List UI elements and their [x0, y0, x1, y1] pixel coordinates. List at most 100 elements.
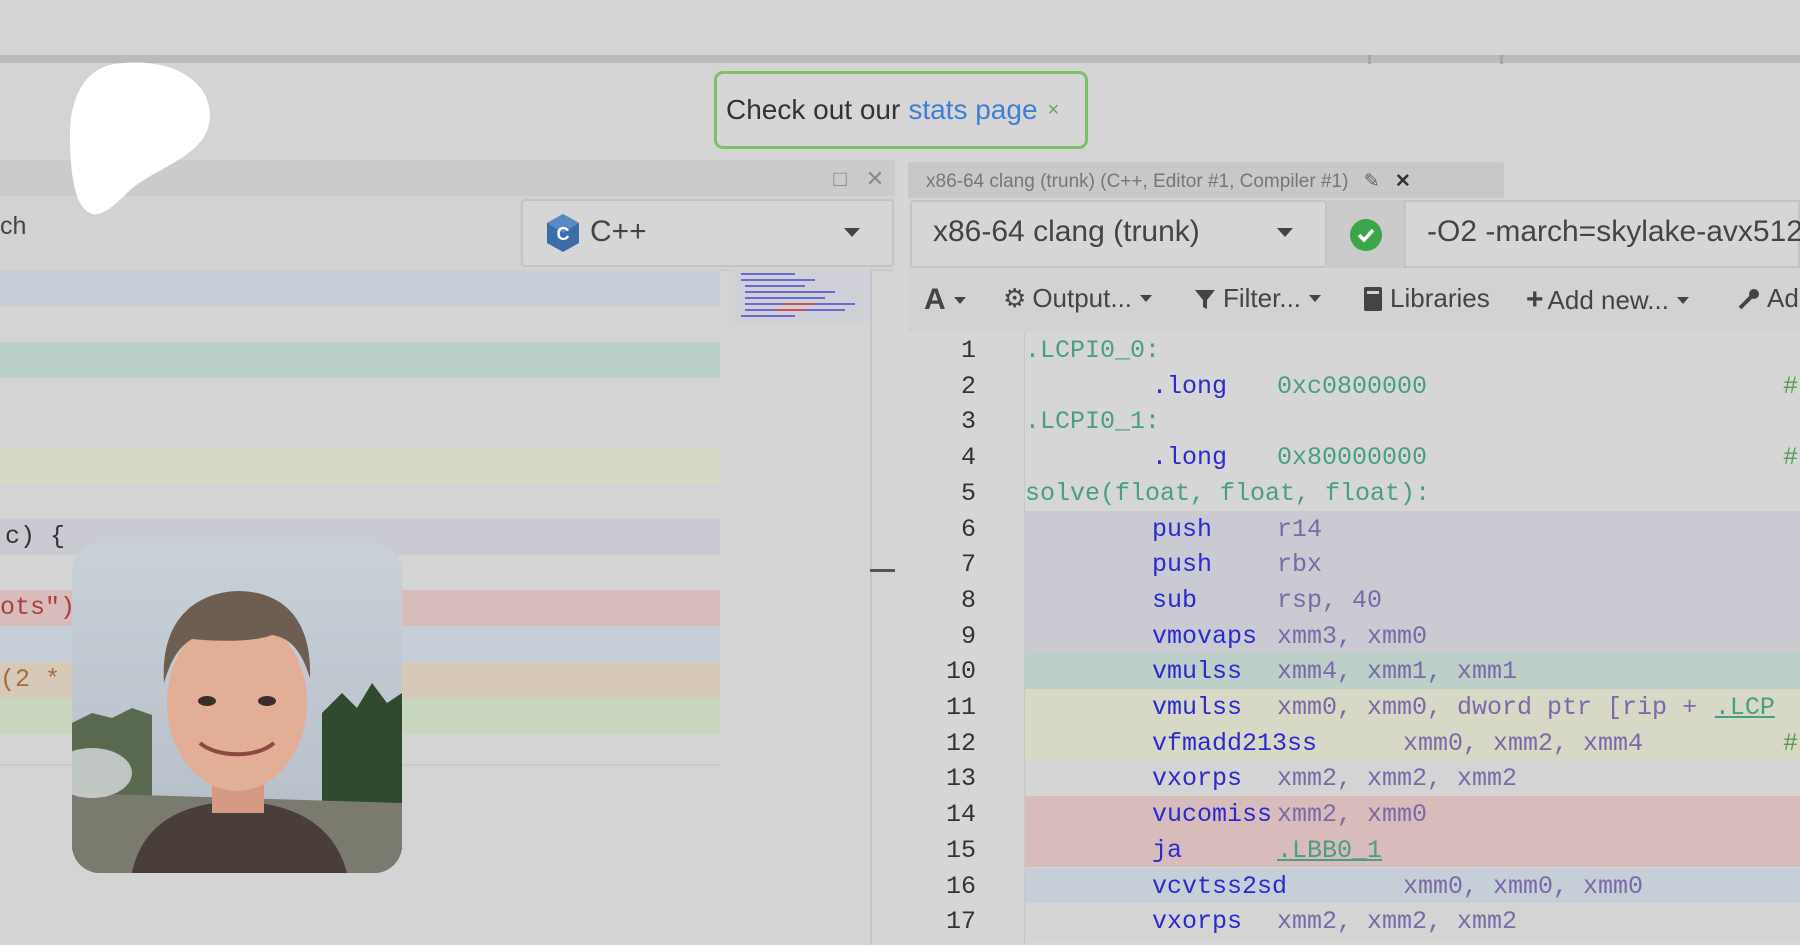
- asm-operands: xmm2, xmm2, xmm2: [1277, 764, 1518, 794]
- add-tool-button[interactable]: Ad: [1737, 283, 1799, 314]
- asm-line-highlight: [1025, 581, 1800, 618]
- avatar: [72, 543, 402, 873]
- libraries-button[interactable]: Libraries: [1362, 283, 1490, 314]
- font-size-button[interactable]: A: [924, 283, 966, 317]
- compiler-label: x86-64 clang (trunk): [933, 215, 1200, 248]
- asm-mnemonic: vmulss: [1152, 693, 1243, 722]
- asm-mnemonic: push: [1152, 550, 1213, 580]
- maximize-icon[interactable]: □: [827, 166, 853, 192]
- asm-mnemonic: vxorps: [1152, 907, 1243, 937]
- asm-label: .LCPI0_1:: [1025, 407, 1161, 437]
- output-label: Output...: [1032, 283, 1133, 313]
- asm-line[interactable]: 8 sub rsp, 40: [908, 581, 1800, 618]
- pencil-icon[interactable]: ✎: [1364, 171, 1380, 192]
- scrollbar-track[interactable]: [870, 270, 872, 945]
- asm-operands: xmm2, xmm2, xmm2: [1277, 907, 1518, 937]
- asm-line[interactable]: 2 .long 0xc0800000 #: [908, 368, 1800, 404]
- plus-icon: +: [1526, 283, 1544, 316]
- asm-link[interactable]: .LBB0_1: [1277, 836, 1382, 865]
- asm-line[interactable]: 10 vmulss xmm4, xmm1, xmm1: [908, 653, 1800, 689]
- line-number: 16: [945, 871, 976, 901]
- wrench-icon: [1738, 288, 1759, 309]
- line-number: 6: [960, 514, 976, 544]
- asm-operands: xmm0, xmm0, dword ptr [rip +: [1277, 693, 1713, 722]
- asm-mnemonic: push: [1152, 514, 1213, 544]
- compiler-options-text[interactable]: -O2 -march=skylake-avx512: [1427, 215, 1800, 249]
- asm-operands: xmm4, xmm1, xmm1: [1277, 657, 1518, 687]
- code-line-highlight: [0, 342, 720, 378]
- chevron-down-icon[interactable]: [1277, 228, 1293, 237]
- line-number: 4: [960, 443, 976, 473]
- asm-line[interactable]: 4 .long 0x80000000 #: [908, 439, 1800, 475]
- line-number: 14: [945, 800, 976, 830]
- check-circle-icon: [1350, 219, 1382, 251]
- language-label: C++: [590, 215, 647, 248]
- gear-icon: ⚙: [1003, 283, 1027, 313]
- divider-tick: [1368, 55, 1371, 64]
- asm-line[interactable]: 9 vmovaps xmm3, xmm0: [908, 617, 1800, 654]
- asm-line-highlight: [1025, 831, 1800, 868]
- add-new-button[interactable]: + Add new...: [1526, 283, 1689, 317]
- asm-operands: r14: [1277, 514, 1323, 544]
- code-fragment: ots"): [0, 593, 76, 622]
- close-icon[interactable]: ✕: [862, 166, 888, 192]
- line-number: 9: [960, 621, 976, 651]
- cpp-language-icon: C: [547, 214, 579, 252]
- banner-close-button[interactable]: ×: [1048, 99, 1060, 122]
- filter-button[interactable]: Filter...: [1193, 283, 1322, 314]
- book-icon: [1364, 286, 1382, 311]
- chevron-down-icon[interactable]: [844, 228, 860, 237]
- line-number: 5: [960, 478, 976, 508]
- asm-line[interactable]: 16 vcvtss2sd xmm0, xmm0, xmm0: [908, 867, 1800, 904]
- stats-banner: Check out our stats page ×: [714, 71, 1088, 149]
- asm-line[interactable]: 11 vmulss xmm0, xmm0, dword ptr [rip + .LC…: [908, 689, 1800, 725]
- output-button[interactable]: ⚙ Output...: [1003, 283, 1153, 314]
- add-new-label: Add new...: [1547, 284, 1669, 315]
- stats-page-link[interactable]: stats page: [908, 94, 1037, 126]
- asm-link[interactable]: .LCP: [1715, 693, 1775, 722]
- asm-line[interactable]: 1 .LCPI0_0:: [908, 332, 1800, 368]
- asm-mnemonic: .long: [1152, 371, 1228, 401]
- compiler-tab[interactable]: x86-64 clang (trunk) (C++, Editor #1, Co…: [908, 162, 1504, 198]
- asm-line[interactable]: 5 solve(float, float, float):: [908, 475, 1800, 511]
- editor-toolbar-label[interactable]: ch: [0, 212, 26, 241]
- panel-splitter[interactable]: [895, 160, 909, 945]
- scrollbar-marker: [870, 569, 895, 572]
- line-number: 12: [945, 728, 976, 758]
- asm-mnemonic: vmulss: [1152, 657, 1243, 687]
- asm-mnemonic: vxorps: [1152, 764, 1243, 794]
- asm-mnemonic: vmovaps: [1152, 621, 1258, 651]
- libraries-label: Libraries: [1390, 283, 1490, 313]
- asm-line[interactable]: 3 .LCPI0_1:: [908, 403, 1800, 439]
- asm-line[interactable]: 14 vucomiss xmm2, xmm0: [908, 796, 1800, 832]
- code-minimap[interactable]: [735, 270, 870, 322]
- asm-mnemonic: vucomiss: [1152, 800, 1273, 830]
- assembly-output[interactable]: 1 .LCPI0_0: 2 .long 0xc0800000 #3 .LCPI0_1: 4 .l…: [908, 332, 1800, 945]
- divider-tick: [1500, 55, 1503, 64]
- close-icon[interactable]: ✕: [1395, 171, 1411, 192]
- asm-operands: xmm0, xmm2, xmm4: [1403, 728, 1644, 758]
- filter-label: Filter...: [1223, 283, 1302, 313]
- asm-comment: #: [1783, 443, 1799, 473]
- asm-line[interactable]: 12 vfmadd213ss xmm0, xmm2, xmm4 #: [908, 724, 1800, 761]
- asm-operands: 0x80000000: [1277, 443, 1428, 473]
- asm-line[interactable]: 17 vxorps xmm2, xmm2, xmm2: [908, 903, 1800, 939]
- asm-operands: rbx: [1277, 550, 1323, 580]
- asm-operands: rsp, 40: [1277, 585, 1383, 615]
- asm-operands: xmm0, xmm0, xmm0: [1403, 871, 1644, 901]
- asm-mnemonic: vfmadd213ss: [1152, 728, 1318, 758]
- asm-line[interactable]: 13 vxorps xmm2, xmm2, xmm2: [908, 760, 1800, 797]
- code-line-highlight: [0, 270, 720, 306]
- asm-line[interactable]: 15 ja .LBB0_1: [908, 831, 1800, 868]
- compiler-tab-title: x86-64 clang (trunk) (C++, Editor #1, Co…: [926, 171, 1349, 192]
- asm-label: .LCPI0_0:: [1025, 336, 1161, 365]
- asm-line[interactable]: 7 push rbx: [908, 546, 1800, 582]
- top-divider: [0, 55, 1800, 63]
- line-number: 10: [945, 657, 976, 687]
- banner-text: Check out our: [726, 94, 901, 125]
- line-number: 13: [945, 764, 976, 794]
- line-number: 8: [960, 585, 976, 615]
- asm-line-highlight: [1025, 510, 1800, 547]
- asm-line[interactable]: 6 push r14: [908, 510, 1800, 547]
- svg-text:C: C: [557, 224, 570, 244]
